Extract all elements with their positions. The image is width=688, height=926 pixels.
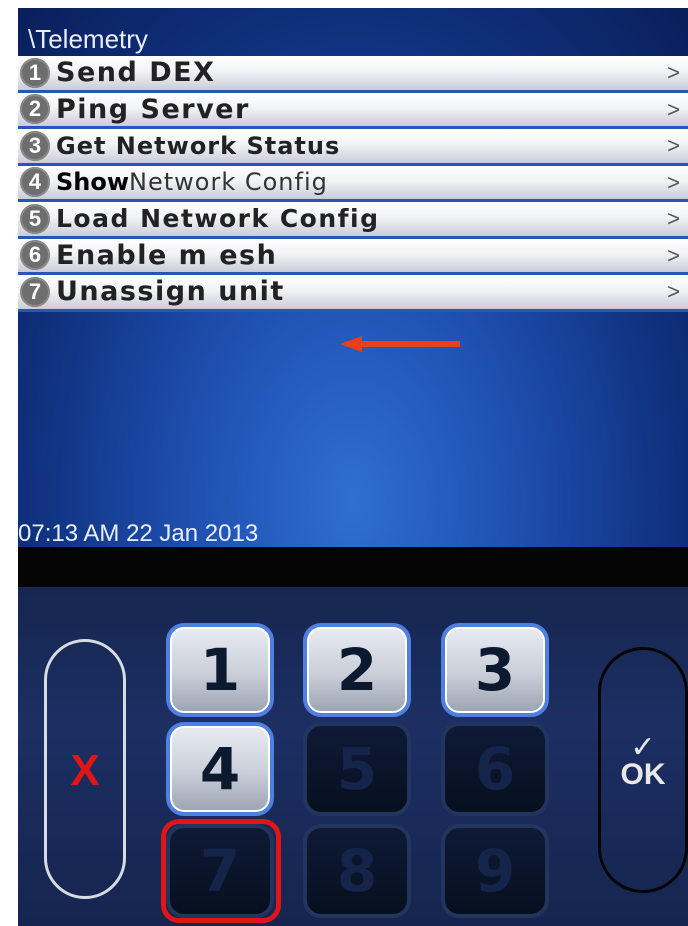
cancel-button[interactable]: X	[44, 639, 126, 899]
chevron-right-icon: >	[667, 279, 680, 304]
menu-item-show-network-config[interactable]: 4 ShowNetwork Config >	[18, 165, 688, 202]
menu-item-load-network-config[interactable]: 5 Load Network Config >	[18, 202, 688, 239]
chevron-right-icon: >	[667, 206, 680, 231]
menu-item-label: Load Network Config	[56, 204, 380, 234]
key-1-button[interactable]: 1	[166, 623, 274, 717]
number-5-badge-icon: 5	[20, 203, 50, 234]
key-2-button[interactable]: 2	[303, 623, 411, 717]
telemetry-menu: 1 Send DEX > 2 Ping Server > 3 Get Netwo…	[18, 56, 688, 312]
menu-item-send-dex[interactable]: 1 Send DEX >	[18, 56, 688, 93]
close-icon: X	[70, 746, 100, 795]
chevron-right-icon: >	[667, 133, 680, 158]
key-9-button[interactable]: 9	[441, 824, 549, 918]
ok-label: OK	[620, 758, 666, 791]
menu-item-label-rest: Network Config	[129, 168, 328, 197]
key-7-highlight	[161, 819, 281, 923]
keypad-panel: X 1 2 3 4 5 6 7 8 9 ✓ OK	[18, 587, 688, 926]
number-3-badge-icon: 3	[20, 130, 50, 161]
menu-item-label: Enable m esh	[56, 239, 278, 271]
chevron-right-icon: >	[667, 96, 680, 122]
screen-title: \Telemetry	[28, 24, 148, 54]
divider-bar	[18, 547, 688, 587]
number-4-badge-icon: 4	[20, 167, 50, 198]
menu-item-label: Get Network Status	[56, 131, 341, 160]
chevron-right-icon: >	[667, 242, 680, 268]
key-8-button[interactable]: 8	[303, 824, 411, 918]
menu-item-label: Ping Server	[56, 93, 250, 125]
menu-item-label: ShowNetwork Config	[56, 168, 328, 196]
key-5-button[interactable]: 5	[303, 722, 411, 816]
menu-item-ping-server[interactable]: 2 Ping Server >	[18, 92, 688, 129]
menu-item-get-network-status[interactable]: 3 Get Network Status >	[18, 129, 688, 166]
number-2-badge-icon: 2	[20, 94, 50, 125]
key-3-button[interactable]: 3	[441, 623, 549, 717]
menu-item-enable-mesh[interactable]: 6 Enable m esh >	[18, 238, 688, 275]
number-7-badge-icon: 7	[20, 276, 50, 307]
chevron-right-icon: >	[667, 169, 680, 195]
device-screen: \Telemetry 1 Send DEX > 2 Ping Server > …	[18, 8, 688, 556]
datetime-label: 07:13 AM 22 Jan 2013	[18, 520, 259, 547]
menu-item-label: Unassign unit	[56, 276, 285, 308]
number-6-badge-icon: 6	[20, 240, 50, 271]
arrow-left-icon	[340, 336, 460, 352]
number-1-badge-icon: 1	[20, 57, 50, 88]
ok-button[interactable]: ✓ OK	[598, 647, 688, 893]
key-4-button[interactable]: 4	[166, 722, 274, 816]
menu-item-unassign-unit[interactable]: 7 Unassign unit >	[18, 275, 688, 312]
menu-item-label: Send DEX	[56, 57, 216, 89]
menu-item-prefix: Show	[56, 168, 130, 197]
key-6-button[interactable]: 6	[441, 722, 549, 816]
chevron-right-icon: >	[667, 60, 680, 85]
